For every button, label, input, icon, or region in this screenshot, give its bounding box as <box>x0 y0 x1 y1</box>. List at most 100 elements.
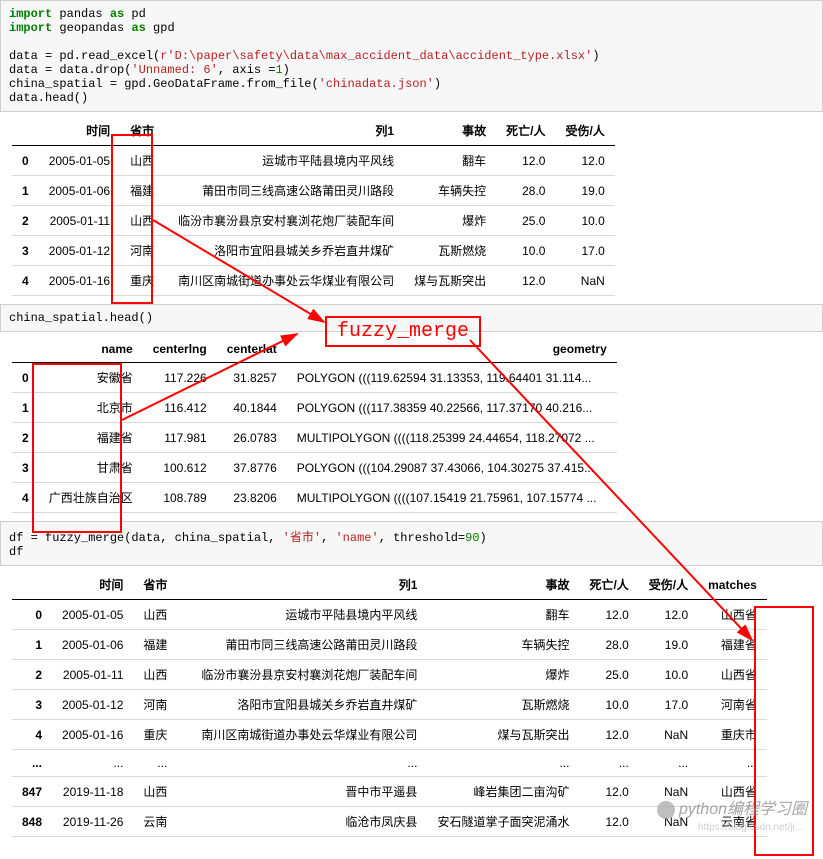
table-cell: 2005-01-05 <box>39 146 120 176</box>
table-row: 12005-01-06福建莆田市同三线高速公路莆田灵川路段车辆失控28.019.… <box>12 630 767 660</box>
table-cell: 12.0 <box>579 807 638 837</box>
table-cell: ... <box>427 750 579 777</box>
table3-h5: 死亡/人 <box>579 570 638 600</box>
table3: 时间 省市 列1 事故 死亡/人 受伤/人 matches 02005-01-0… <box>12 570 767 837</box>
table-cell: 福建 <box>133 630 177 660</box>
table-cell: 翻车 <box>427 600 579 630</box>
table-cell: 0 <box>12 146 39 176</box>
table-cell: 25.0 <box>496 206 555 236</box>
table-cell: 车辆失控 <box>427 630 579 660</box>
table-cell: 重庆 <box>133 720 177 750</box>
table-cell: 3 <box>12 236 39 266</box>
table-cell: 南川区南城街道办事处云华煤业有限公司 <box>164 266 404 296</box>
table-cell: 12.0 <box>639 600 698 630</box>
table1-h3: 列1 <box>164 116 404 146</box>
table-cell: 河南 <box>120 236 164 266</box>
table-cell: 3 <box>12 453 39 483</box>
table-cell: MULTIPOLYGON ((((118.25399 24.44654, 118… <box>287 423 617 453</box>
table-cell: POLYGON (((117.38359 40.22566, 117.37170… <box>287 393 617 423</box>
table-cell: 12.0 <box>496 146 555 176</box>
table2-h1: name <box>39 336 143 363</box>
table-cell: 19.0 <box>639 630 698 660</box>
table-cell: 10.0 <box>579 690 638 720</box>
table-row: 42005-01-16重庆南川区南城街道办事处云华煤业有限公司煤与瓦斯突出12.… <box>12 266 615 296</box>
table-cell: 临沧市凤庆县 <box>177 807 427 837</box>
table-cell: 12.0 <box>579 600 638 630</box>
table-cell: 运城市平陆县境内平风线 <box>177 600 427 630</box>
table2-h0 <box>12 336 39 363</box>
table-cell: 12.0 <box>579 777 638 807</box>
table-cell: 10.0 <box>496 236 555 266</box>
table1-h2: 省市 <box>120 116 164 146</box>
table-cell: 福建省 <box>39 423 143 453</box>
table3-h6: 受伤/人 <box>639 570 698 600</box>
table-cell: 3 <box>12 690 52 720</box>
table-cell: 847 <box>12 777 52 807</box>
table-cell: 4 <box>12 720 52 750</box>
table-row: 2福建省117.98126.0783MULTIPOLYGON ((((118.2… <box>12 423 617 453</box>
table-cell: 117.981 <box>143 423 217 453</box>
table-cell: 2 <box>12 660 52 690</box>
table-row: ........................ <box>12 750 767 777</box>
table-row: 8482019-11-26云南临沧市凤庆县安石隧道掌子面突泥涌水12.0NaN云… <box>12 807 767 837</box>
table-cell: 2005-01-16 <box>52 720 133 750</box>
table3-h3: 列1 <box>177 570 427 600</box>
table-cell: 1 <box>12 176 39 206</box>
table-cell: 0 <box>12 363 39 393</box>
table-cell: 10.0 <box>555 206 614 236</box>
table-cell: 2019-11-26 <box>52 807 133 837</box>
table-row: 42005-01-16重庆南川区南城街道办事处云华煤业有限公司煤与瓦斯突出12.… <box>12 720 767 750</box>
watermark: python编程学习圈 <box>657 795 807 819</box>
table-cell: 晋中市平遥县 <box>177 777 427 807</box>
table3-h2: 省市 <box>133 570 177 600</box>
table-cell: 洛阳市宜阳县城关乡乔岩直井煤矿 <box>177 690 427 720</box>
table-cell: 31.8257 <box>217 363 287 393</box>
table2-h2: centerlng <box>143 336 217 363</box>
table-cell: 12.0 <box>496 266 555 296</box>
table-cell: 广西壮族自治区 <box>39 483 143 513</box>
table-cell: 翻车 <box>404 146 496 176</box>
table-cell: 峰岩集团二亩沟矿 <box>427 777 579 807</box>
table-cell: ... <box>177 750 427 777</box>
table-cell: 4 <box>12 483 39 513</box>
table-cell: 2005-01-12 <box>39 236 120 266</box>
table-cell: 运城市平陆县境内平风线 <box>164 146 404 176</box>
table-cell: ... <box>133 750 177 777</box>
table-cell: 莆田市同三线高速公路莆田灵川路段 <box>177 630 427 660</box>
table-cell: NaN <box>639 720 698 750</box>
table-cell: 28.0 <box>579 630 638 660</box>
table-cell: 南川区南城街道办事处云华煤业有限公司 <box>177 720 427 750</box>
table-row: 4广西壮族自治区108.78923.8206MULTIPOLYGON ((((1… <box>12 483 617 513</box>
table-cell: 莆田市同三线高速公路莆田灵川路段 <box>164 176 404 206</box>
table-cell: 山西 <box>133 660 177 690</box>
table-cell: 北京市 <box>39 393 143 423</box>
table-cell: 2005-01-06 <box>52 630 133 660</box>
table-cell: 117.226 <box>143 363 217 393</box>
code-cell-3: df = fuzzy_merge(data, china_spatial, '省… <box>0 521 823 566</box>
table-cell: 2005-01-06 <box>39 176 120 206</box>
table-row: 1北京市116.41240.1844POLYGON (((117.38359 4… <box>12 393 617 423</box>
table3-h7: matches <box>698 570 767 600</box>
table-cell: 26.0783 <box>217 423 287 453</box>
table-cell: 2005-01-11 <box>52 660 133 690</box>
table-cell: 山西省 <box>698 660 767 690</box>
code-cell-1: import pandas as pd import geopandas as … <box>0 0 823 112</box>
table-row: 02005-01-05山西运城市平陆县境内平风线翻车12.012.0 <box>12 146 615 176</box>
table-cell: 煤与瓦斯突出 <box>404 266 496 296</box>
watermark-text: python编程学习圈 <box>679 801 807 818</box>
table-cell: 河南省 <box>698 690 767 720</box>
table1-h5: 死亡/人 <box>496 116 555 146</box>
table-cell: 2005-01-05 <box>52 600 133 630</box>
table-cell: ... <box>698 750 767 777</box>
code-cell-2: china_spatial.head() <box>0 304 823 332</box>
wechat-icon <box>657 801 675 819</box>
table2-header-row: name centerlng centerlat geometry <box>12 336 617 363</box>
table-cell: 重庆 <box>120 266 164 296</box>
table-cell: 100.612 <box>143 453 217 483</box>
table-cell: 12.0 <box>579 720 638 750</box>
table-cell: 4 <box>12 266 39 296</box>
table-cell: 福建省 <box>698 630 767 660</box>
table-row: 32005-01-12河南洛阳市宜阳县城关乡乔岩直井煤矿瓦斯燃烧10.017.0… <box>12 690 767 720</box>
table-row: 8472019-11-18山西晋中市平遥县峰岩集团二亩沟矿12.0NaN山西省 <box>12 777 767 807</box>
table-cell: 车辆失控 <box>404 176 496 206</box>
